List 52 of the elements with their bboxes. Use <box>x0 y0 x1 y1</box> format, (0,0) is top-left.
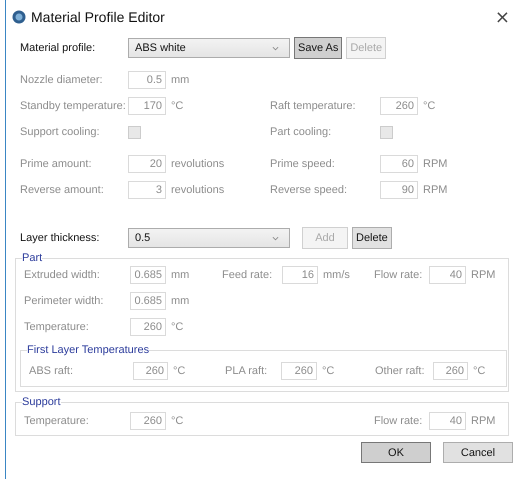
field-label: ABS raft: <box>29 365 74 377</box>
field-label: Prime amount: <box>20 158 93 170</box>
ok-button[interactable]: OK <box>361 442 431 463</box>
unit-label: RPM <box>422 158 448 170</box>
unit-label: °C <box>472 365 486 377</box>
unit-label: °C <box>170 415 184 427</box>
profile-dropdown[interactable]: ABS white <box>128 38 290 58</box>
field-label: Layer thickness: <box>20 232 100 244</box>
field-label: Reverse speed: <box>270 184 348 196</box>
unit-label: °C <box>170 321 184 333</box>
field-label: Feed rate: <box>222 269 274 281</box>
field-label: Prime speed: <box>270 158 336 170</box>
unit-label: °C <box>170 100 184 112</box>
field-label: Raft temperature: <box>270 100 357 112</box>
field-label: Standby temperature: <box>20 100 127 112</box>
unit-label: RPM <box>422 184 448 196</box>
cancel-button[interactable]: Cancel <box>443 442 513 463</box>
unit-label: mm <box>170 295 190 307</box>
field-label: PLA raft: <box>225 365 268 377</box>
field-label: Temperature: <box>24 415 90 427</box>
group-title: Support <box>22 396 61 408</box>
chevron-icon <box>272 236 279 240</box>
unit-label: revolutions <box>170 184 226 196</box>
field-label: Extruded width: <box>24 269 101 281</box>
field-label: Support cooling: <box>20 126 100 138</box>
field-label: Nozzle diameter: <box>20 74 104 86</box>
unit-label: RPM <box>470 269 496 281</box>
layer-dropdown[interactable]: 0.5 <box>128 228 290 248</box>
field-label: Reverse amount: <box>20 184 105 196</box>
field-label: Other raft: <box>375 365 426 377</box>
group-title: Part <box>22 252 42 264</box>
field-label: Flow rate: <box>374 415 424 427</box>
delete-button[interactable]: Delete <box>352 227 392 249</box>
unit-label: RPM <box>470 415 496 427</box>
group-title: First Layer Temperatures <box>27 344 150 356</box>
unit-label: mm <box>170 74 190 86</box>
field-label: Perimeter width: <box>24 295 104 307</box>
unit-label: °C <box>422 100 436 112</box>
chevron-icon <box>272 46 279 50</box>
field-label: Flow rate: <box>374 269 424 281</box>
unit-label: mm/s <box>322 269 351 281</box>
field-label: Part cooling: <box>270 126 332 138</box>
window-title: Material Profile Editor <box>31 9 166 25</box>
app-icon <box>12 10 26 24</box>
field-label: Temperature: <box>24 321 90 333</box>
unit-label: mm <box>170 269 190 281</box>
field-label: Material profile: <box>20 42 96 54</box>
unit-label: °C <box>172 365 186 377</box>
close-button[interactable]: × <box>488 6 516 28</box>
save-as-button[interactable]: Save As <box>294 37 342 59</box>
unit-label: revolutions <box>170 158 226 170</box>
unit-label: °C <box>321 365 336 377</box>
